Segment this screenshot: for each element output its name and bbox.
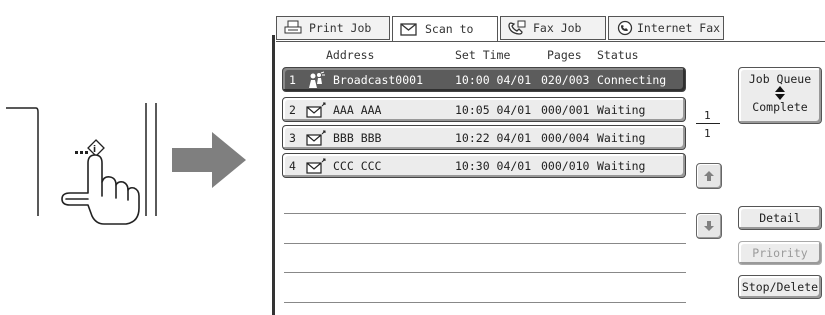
envelope-icon bbox=[305, 101, 327, 119]
job-address: AAA AAA bbox=[333, 103, 382, 117]
tab-internet-fax[interactable]: Internet Fax bbox=[608, 16, 724, 40]
job-set-time: 10:22 04/01 bbox=[455, 131, 532, 145]
tab-label: Print Job bbox=[309, 21, 372, 35]
column-header-set-time: Set Time bbox=[455, 48, 511, 62]
tab-fax-job[interactable]: Fax Job bbox=[500, 16, 606, 40]
job-address: BBB BBB bbox=[333, 131, 382, 145]
job-pages: 000/010 bbox=[541, 159, 590, 173]
table-row[interactable]: 3 BBB BBB 10:22 04/01 000/004 Waiting bbox=[282, 125, 686, 150]
stop-delete-button[interactable]: Stop/Delete bbox=[738, 275, 822, 299]
table-row[interactable]: 1 Broadcast0001 10:00 04/01 020/003 Conn… bbox=[282, 67, 686, 92]
arrow-right-icon bbox=[172, 132, 246, 188]
job-status: Waiting bbox=[597, 131, 646, 145]
priority-button[interactable]: Priority bbox=[738, 241, 822, 265]
job-status: Waiting bbox=[597, 103, 646, 117]
empty-row-line bbox=[284, 213, 686, 214]
column-header-pages: Pages bbox=[547, 48, 582, 62]
column-header-address: Address bbox=[326, 48, 375, 62]
envelope-icon bbox=[305, 129, 327, 147]
tab-print-job[interactable]: Print Job bbox=[276, 16, 390, 40]
printer-icon bbox=[283, 20, 303, 36]
scan-envelope-icon bbox=[399, 21, 419, 37]
job-set-time: 10:30 04/01 bbox=[455, 159, 532, 173]
envelope-icon bbox=[305, 157, 327, 175]
job-set-time: 10:00 04/01 bbox=[455, 73, 532, 87]
tab-label: Fax Job bbox=[533, 21, 582, 35]
tab-label: Scan to bbox=[425, 22, 474, 36]
table-row[interactable]: 2 AAA AAA 10:05 04/01 000/001 Waiting bbox=[282, 97, 686, 122]
job-status-icon: i bbox=[75, 139, 105, 157]
job-type-tabs: Print Job Scan to Fax Job Internet Fax bbox=[276, 16, 726, 42]
scroll-down-button[interactable] bbox=[696, 213, 722, 239]
complete-label: Complete bbox=[752, 100, 808, 114]
job-number: 2 bbox=[289, 103, 296, 117]
job-number: 3 bbox=[289, 131, 296, 145]
broadcast-icon bbox=[305, 71, 327, 89]
scroll-up-button[interactable] bbox=[696, 163, 722, 189]
arrow-up-icon bbox=[704, 171, 714, 181]
column-header-status: Status bbox=[597, 48, 639, 62]
empty-row-line bbox=[284, 272, 686, 273]
toggle-updown-icon bbox=[739, 86, 821, 100]
job-pages: 000/004 bbox=[541, 131, 590, 145]
job-queue-label: Job Queue bbox=[748, 72, 812, 86]
page-divider bbox=[696, 123, 720, 124]
job-status: Waiting bbox=[597, 159, 646, 173]
job-status-key-illustration: i bbox=[0, 0, 260, 309]
job-address: Broadcast0001 bbox=[333, 73, 424, 87]
fax-phone-icon bbox=[507, 20, 527, 36]
tab-label: Internet Fax bbox=[637, 21, 721, 35]
empty-row-line bbox=[284, 243, 686, 244]
job-number: 4 bbox=[289, 159, 296, 173]
detail-button[interactable]: Detail bbox=[738, 206, 822, 230]
job-status: Connecting bbox=[597, 73, 667, 87]
tabs-divider bbox=[276, 41, 825, 42]
hand-pressing-key-illustration: i bbox=[6, 103, 246, 225]
job-status-panel: Print Job Scan to Fax Job Internet Fax A… bbox=[272, 8, 825, 315]
svg-text:i: i bbox=[93, 145, 96, 155]
page-current: 1 bbox=[704, 109, 711, 122]
job-address: CCC CCC bbox=[333, 159, 382, 173]
page-total: 1 bbox=[704, 127, 711, 140]
job-set-time: 10:05 04/01 bbox=[455, 103, 532, 117]
empty-row-line bbox=[284, 302, 686, 303]
internet-fax-icon bbox=[615, 20, 635, 36]
job-pages: 020/003 bbox=[541, 73, 590, 87]
arrow-down-icon bbox=[704, 221, 714, 231]
job-queue-complete-toggle[interactable]: Job Queue Complete bbox=[738, 67, 822, 124]
panel-frame bbox=[272, 35, 275, 315]
job-number: 1 bbox=[289, 73, 296, 87]
tab-scan-to[interactable]: Scan to bbox=[392, 16, 498, 42]
table-row[interactable]: 4 CCC CCC 10:30 04/01 000/010 Waiting bbox=[282, 153, 686, 178]
job-pages: 000/001 bbox=[541, 103, 590, 117]
